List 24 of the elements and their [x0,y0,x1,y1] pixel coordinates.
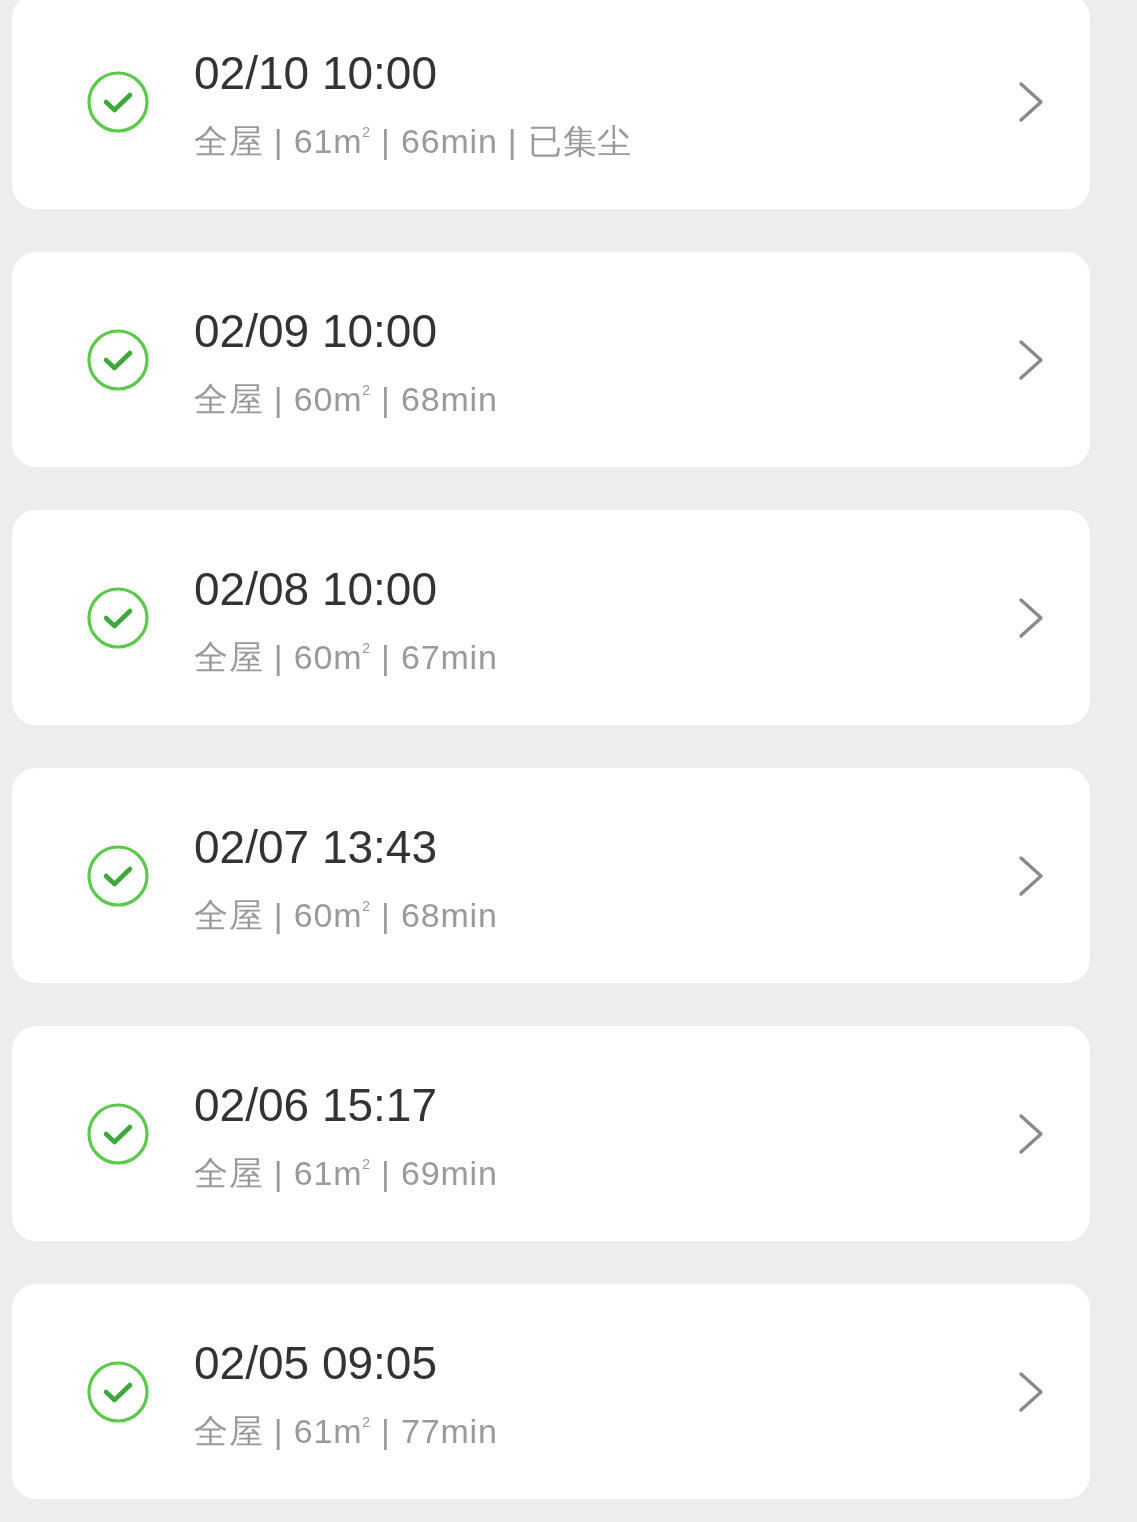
record-summary: 全屋 | 60m$^{2}$ | 67min [194,636,498,678]
record-time: 02/08 10:00 [194,561,437,616]
record-card[interactable]: 02/08 10:00 全屋 | 60m$^{2}$ | 67min [12,510,1090,725]
record-card[interactable]: 02/10 10:00 全屋 | 61m$^{2}$ | 66min | 已集尘 [12,0,1090,209]
chevron-right-icon [1018,596,1044,639]
record-summary: 全屋 | 61m$^{2}$ | 69min [194,1152,498,1194]
chevron-right-icon [1018,80,1044,123]
record-summary: 全屋 | 61m$^{2}$ | 66min | 已集尘 [194,120,633,162]
record-time: 02/10 10:00 [194,45,437,100]
chevron-right-icon [1018,1112,1044,1155]
record-summary: 全屋 | 61m$^{2}$ | 77min [194,1410,498,1452]
record-card[interactable]: 02/06 15:17 全屋 | 61m$^{2}$ | 69min [12,1026,1090,1241]
record-time: 02/05 09:05 [194,1335,437,1390]
chevron-right-icon [1018,338,1044,381]
record-card[interactable]: 02/09 10:00 全屋 | 60m$^{2}$ | 68min [12,252,1090,467]
chevron-right-icon [1018,854,1044,897]
record-time: 02/06 15:17 [194,1077,437,1132]
record-time: 02/09 10:00 [194,303,437,358]
record-summary: 全屋 | 60m$^{2}$ | 68min [194,378,498,420]
record-card[interactable]: 02/07 13:43 全屋 | 60m$^{2}$ | 68min [12,768,1090,983]
record-card[interactable]: 02/05 09:05 全屋 | 61m$^{2}$ | 77min [12,1284,1090,1499]
chevron-right-icon [1018,1370,1044,1413]
record-summary: 全屋 | 60m$^{2}$ | 68min [194,894,498,936]
record-time: 02/07 13:43 [194,819,437,874]
